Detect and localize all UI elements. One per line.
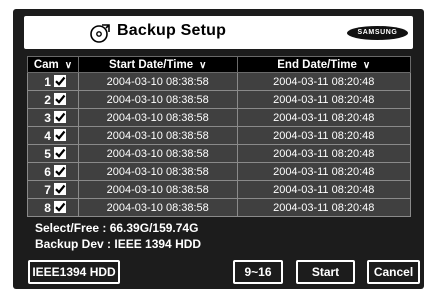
end-datetime-cell[interactable]: 2004-03-11 08:20:48	[236, 144, 411, 163]
brand-logo: SAMSUNG	[347, 26, 408, 40]
table-row[interactable]: 7 2004-03-10 08:38:58 2004-03-11 08:20:48	[27, 180, 411, 199]
table-header-row: Cam ∨ Start Date/Time ∨ End Date/Time ∨	[27, 56, 411, 73]
end-datetime-cell[interactable]: 2004-03-11 08:20:48	[236, 108, 411, 127]
end-datetime-cell[interactable]: 2004-03-11 08:20:48	[236, 72, 411, 91]
cam-number: 2	[44, 92, 51, 107]
table-row[interactable]: 6 2004-03-10 08:38:58 2004-03-11 08:20:48	[27, 162, 411, 181]
checkbox-checked-icon[interactable]	[53, 146, 66, 159]
column-header-end[interactable]: End Date/Time ∨	[236, 56, 411, 73]
checkbox-checked-icon[interactable]	[53, 74, 66, 87]
chevron-down-icon: ∨	[64, 59, 73, 71]
page-title: Backup Setup	[117, 22, 227, 39]
start-datetime-cell[interactable]: 2004-03-10 08:38:58	[77, 144, 238, 163]
camera-backup-table: Cam ∨ Start Date/Time ∨ End Date/Time ∨ 1 20…	[27, 56, 411, 217]
chevron-down-icon: ∨	[362, 59, 371, 71]
table-row[interactable]: 4 2004-03-10 08:38:58 2004-03-11 08:20:48	[27, 126, 411, 145]
end-datetime-cell[interactable]: 2004-03-11 08:20:48	[236, 180, 411, 199]
end-datetime-cell[interactable]: 2004-03-11 08:20:48	[236, 198, 411, 217]
end-datetime-cell[interactable]: 2004-03-11 08:20:48	[236, 162, 411, 181]
cam-number: 3	[44, 110, 51, 125]
cam-number: 4	[44, 128, 51, 143]
backup-device-readout: Backup Dev : IEEE 1394 HDD	[35, 237, 202, 251]
table-row[interactable]: 5 2004-03-10 08:38:58 2004-03-11 08:20:48	[27, 144, 411, 163]
backup-setup-dialog: Backup Setup SAMSUNG Cam ∨ Start Date/Tim…	[13, 9, 424, 289]
start-datetime-cell[interactable]: 2004-03-10 08:38:58	[77, 126, 238, 145]
backup-device-button[interactable]: IEEE1394 HDD	[28, 260, 120, 284]
table-row[interactable]: 1 2004-03-10 08:38:58 2004-03-11 08:20:48	[27, 72, 411, 91]
backup-disc-icon	[90, 24, 110, 43]
column-header-end-label: End Date/Time	[277, 58, 357, 71]
cam-cell[interactable]: 1	[27, 72, 79, 91]
cam-cell[interactable]: 3	[27, 108, 79, 127]
cam-cell[interactable]: 6	[27, 162, 79, 181]
column-header-start-label: Start Date/Time	[108, 58, 194, 71]
cam-cell[interactable]: 5	[27, 144, 79, 163]
chevron-down-icon: ∨	[199, 59, 207, 71]
checkbox-checked-icon[interactable]	[53, 182, 66, 195]
checkbox-checked-icon[interactable]	[53, 164, 66, 177]
cam-number: 5	[44, 146, 51, 161]
end-datetime-cell[interactable]: 2004-03-11 08:20:48	[236, 126, 411, 145]
start-datetime-cell[interactable]: 2004-03-10 08:38:58	[77, 180, 238, 199]
table-row[interactable]: 2 2004-03-10 08:38:58 2004-03-11 08:20:48	[27, 90, 411, 109]
cam-number: 6	[44, 164, 51, 179]
cancel-button[interactable]: Cancel	[367, 260, 420, 284]
checkbox-checked-icon[interactable]	[53, 110, 66, 123]
cam-cell[interactable]: 2	[27, 90, 79, 109]
start-datetime-cell[interactable]: 2004-03-10 08:38:58	[77, 90, 238, 109]
cam-cell[interactable]: 4	[27, 126, 79, 145]
cam-number: 1	[44, 74, 51, 89]
title-bar: Backup Setup SAMSUNG	[24, 16, 413, 49]
column-header-cam-label: Cam	[33, 58, 59, 71]
cam-cell[interactable]: 8	[27, 198, 79, 217]
start-datetime-cell[interactable]: 2004-03-10 08:38:58	[77, 198, 238, 217]
start-datetime-cell[interactable]: 2004-03-10 08:38:58	[77, 72, 238, 91]
start-datetime-cell[interactable]: 2004-03-10 08:38:58	[77, 162, 238, 181]
cam-cell[interactable]: 7	[27, 180, 79, 199]
column-header-cam[interactable]: Cam ∨	[27, 56, 79, 73]
column-header-start[interactable]: Start Date/Time ∨	[77, 56, 238, 73]
select-free-readout: Select/Free : 66.39G/159.74G	[35, 221, 199, 235]
start-datetime-cell[interactable]: 2004-03-10 08:38:58	[77, 108, 238, 127]
end-datetime-cell[interactable]: 2004-03-11 08:20:48	[236, 90, 411, 109]
checkbox-checked-icon[interactable]	[53, 92, 66, 105]
checkbox-checked-icon[interactable]	[53, 128, 66, 141]
checkbox-checked-icon[interactable]	[53, 200, 66, 213]
cam-number: 8	[44, 200, 51, 215]
page-range-button[interactable]: 9~16	[233, 260, 283, 284]
cam-number: 7	[44, 182, 51, 197]
table-row[interactable]: 8 2004-03-10 08:38:58 2004-03-11 08:20:48	[27, 198, 411, 217]
start-button[interactable]: Start	[296, 260, 355, 284]
table-row[interactable]: 3 2004-03-10 08:38:58 2004-03-11 08:20:48	[27, 108, 411, 127]
